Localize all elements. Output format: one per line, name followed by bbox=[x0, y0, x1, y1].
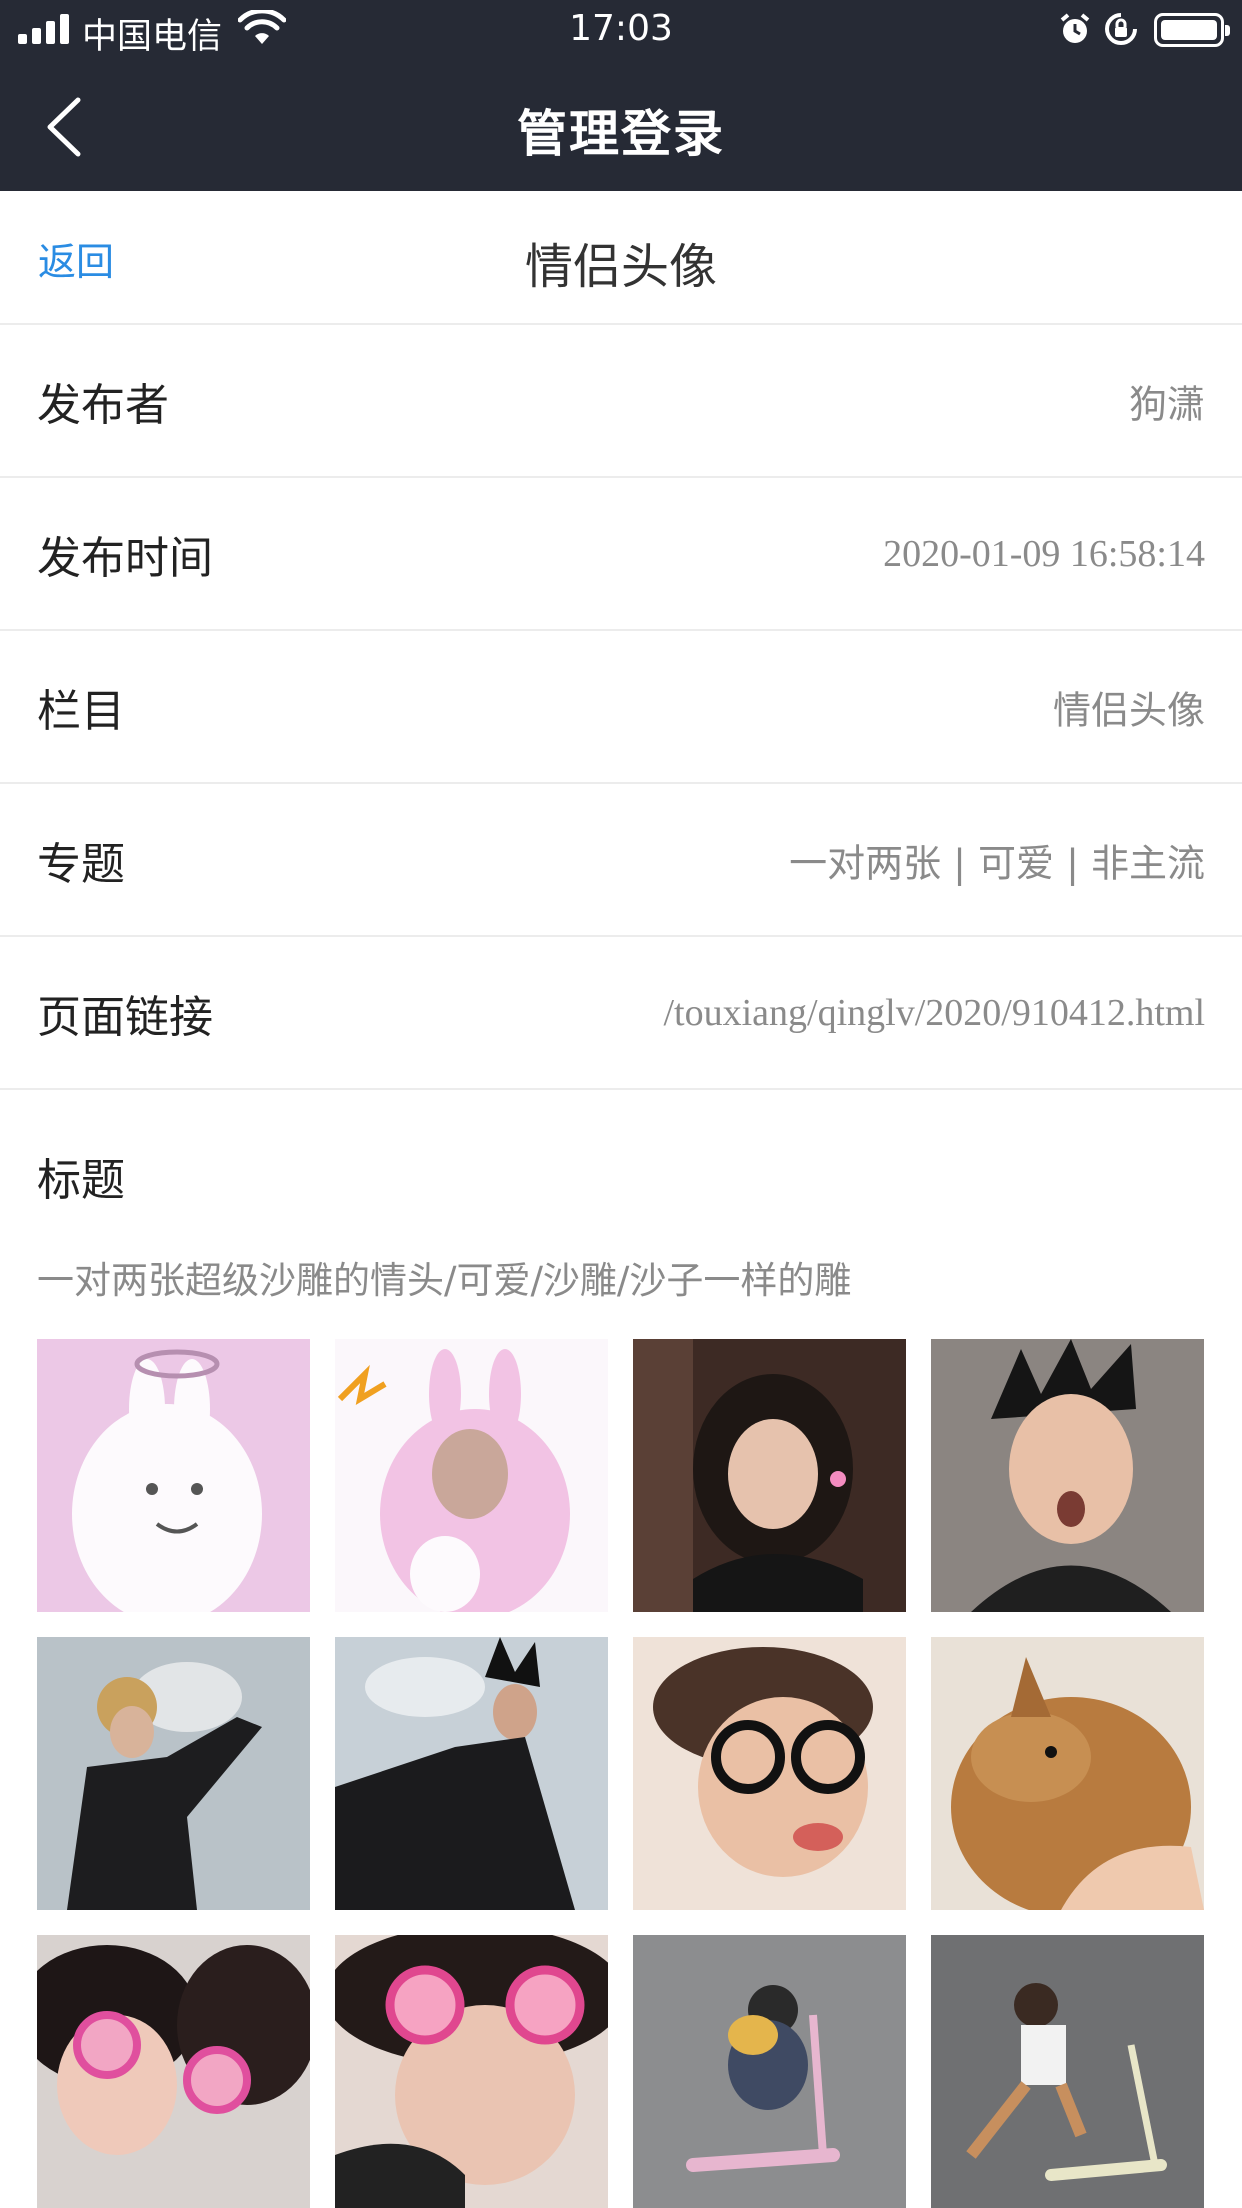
avatar-image[interactable] bbox=[931, 1339, 1204, 1612]
detail-row-topic: 专题 一对两张 | 可爱 | 非主流 bbox=[0, 784, 1242, 937]
avatar-image[interactable] bbox=[335, 1637, 608, 1910]
detail-row-column: 栏目 情侣头像 bbox=[0, 631, 1242, 784]
clock: 17:03 bbox=[569, 8, 673, 49]
detail-value: 2020-01-09 16:58:14 bbox=[883, 532, 1205, 575]
avatar-image[interactable] bbox=[931, 1935, 1204, 2208]
avatar-image[interactable] bbox=[335, 1935, 608, 2208]
alarm-icon bbox=[1060, 13, 1090, 43]
avatar-image[interactable] bbox=[633, 1935, 906, 2208]
avatar-image[interactable] bbox=[37, 1339, 310, 1612]
detail-value: 狗潇 bbox=[1128, 382, 1205, 426]
avatar-image[interactable] bbox=[633, 1339, 906, 1612]
detail-label: 发布者 bbox=[37, 379, 169, 431]
detail-label: 页面链接 bbox=[37, 991, 213, 1043]
detail-row-page-link: 页面链接 /touxiang/qinglv/2020/910412.html bbox=[0, 937, 1242, 1090]
content-header: 返回 情侣头像 bbox=[0, 191, 1242, 325]
title-text: 一对两张超级沙雕的情头/可爱/沙雕/沙子一样的雕 bbox=[37, 1259, 852, 1302]
battery-icon bbox=[1154, 13, 1230, 47]
avatar-image[interactable] bbox=[37, 1935, 310, 2208]
top-bar: 中国电信 17:03 管理登录 bbox=[0, 0, 1242, 191]
detail-label: 栏目 bbox=[37, 685, 125, 737]
rotation-lock-icon bbox=[1105, 13, 1137, 45]
page-title: 情侣头像 bbox=[524, 239, 717, 295]
title-label: 标题 bbox=[37, 1155, 125, 1206]
avatar-image[interactable] bbox=[931, 1637, 1204, 1910]
avatar-image[interactable] bbox=[335, 1339, 608, 1612]
detail-label: 发布时间 bbox=[37, 532, 213, 584]
detail-value: 情侣头像 bbox=[1052, 688, 1205, 732]
detail-value: 一对两张 | 可爱 | 非主流 bbox=[789, 841, 1205, 885]
nav-title: 管理登录 bbox=[517, 105, 725, 163]
detail-value[interactable]: /touxiang/qinglv/2020/910412.html bbox=[664, 991, 1206, 1035]
avatar-image[interactable] bbox=[633, 1637, 906, 1910]
detail-row-publisher: 发布者 狗潇 bbox=[0, 325, 1242, 478]
avatar-image[interactable] bbox=[37, 1637, 310, 1910]
detail-label: 专题 bbox=[37, 838, 125, 890]
status-bar: 中国电信 17:03 bbox=[0, 0, 1242, 58]
detail-row-publish-time: 发布时间 2020-01-09 16:58:14 bbox=[0, 478, 1242, 631]
